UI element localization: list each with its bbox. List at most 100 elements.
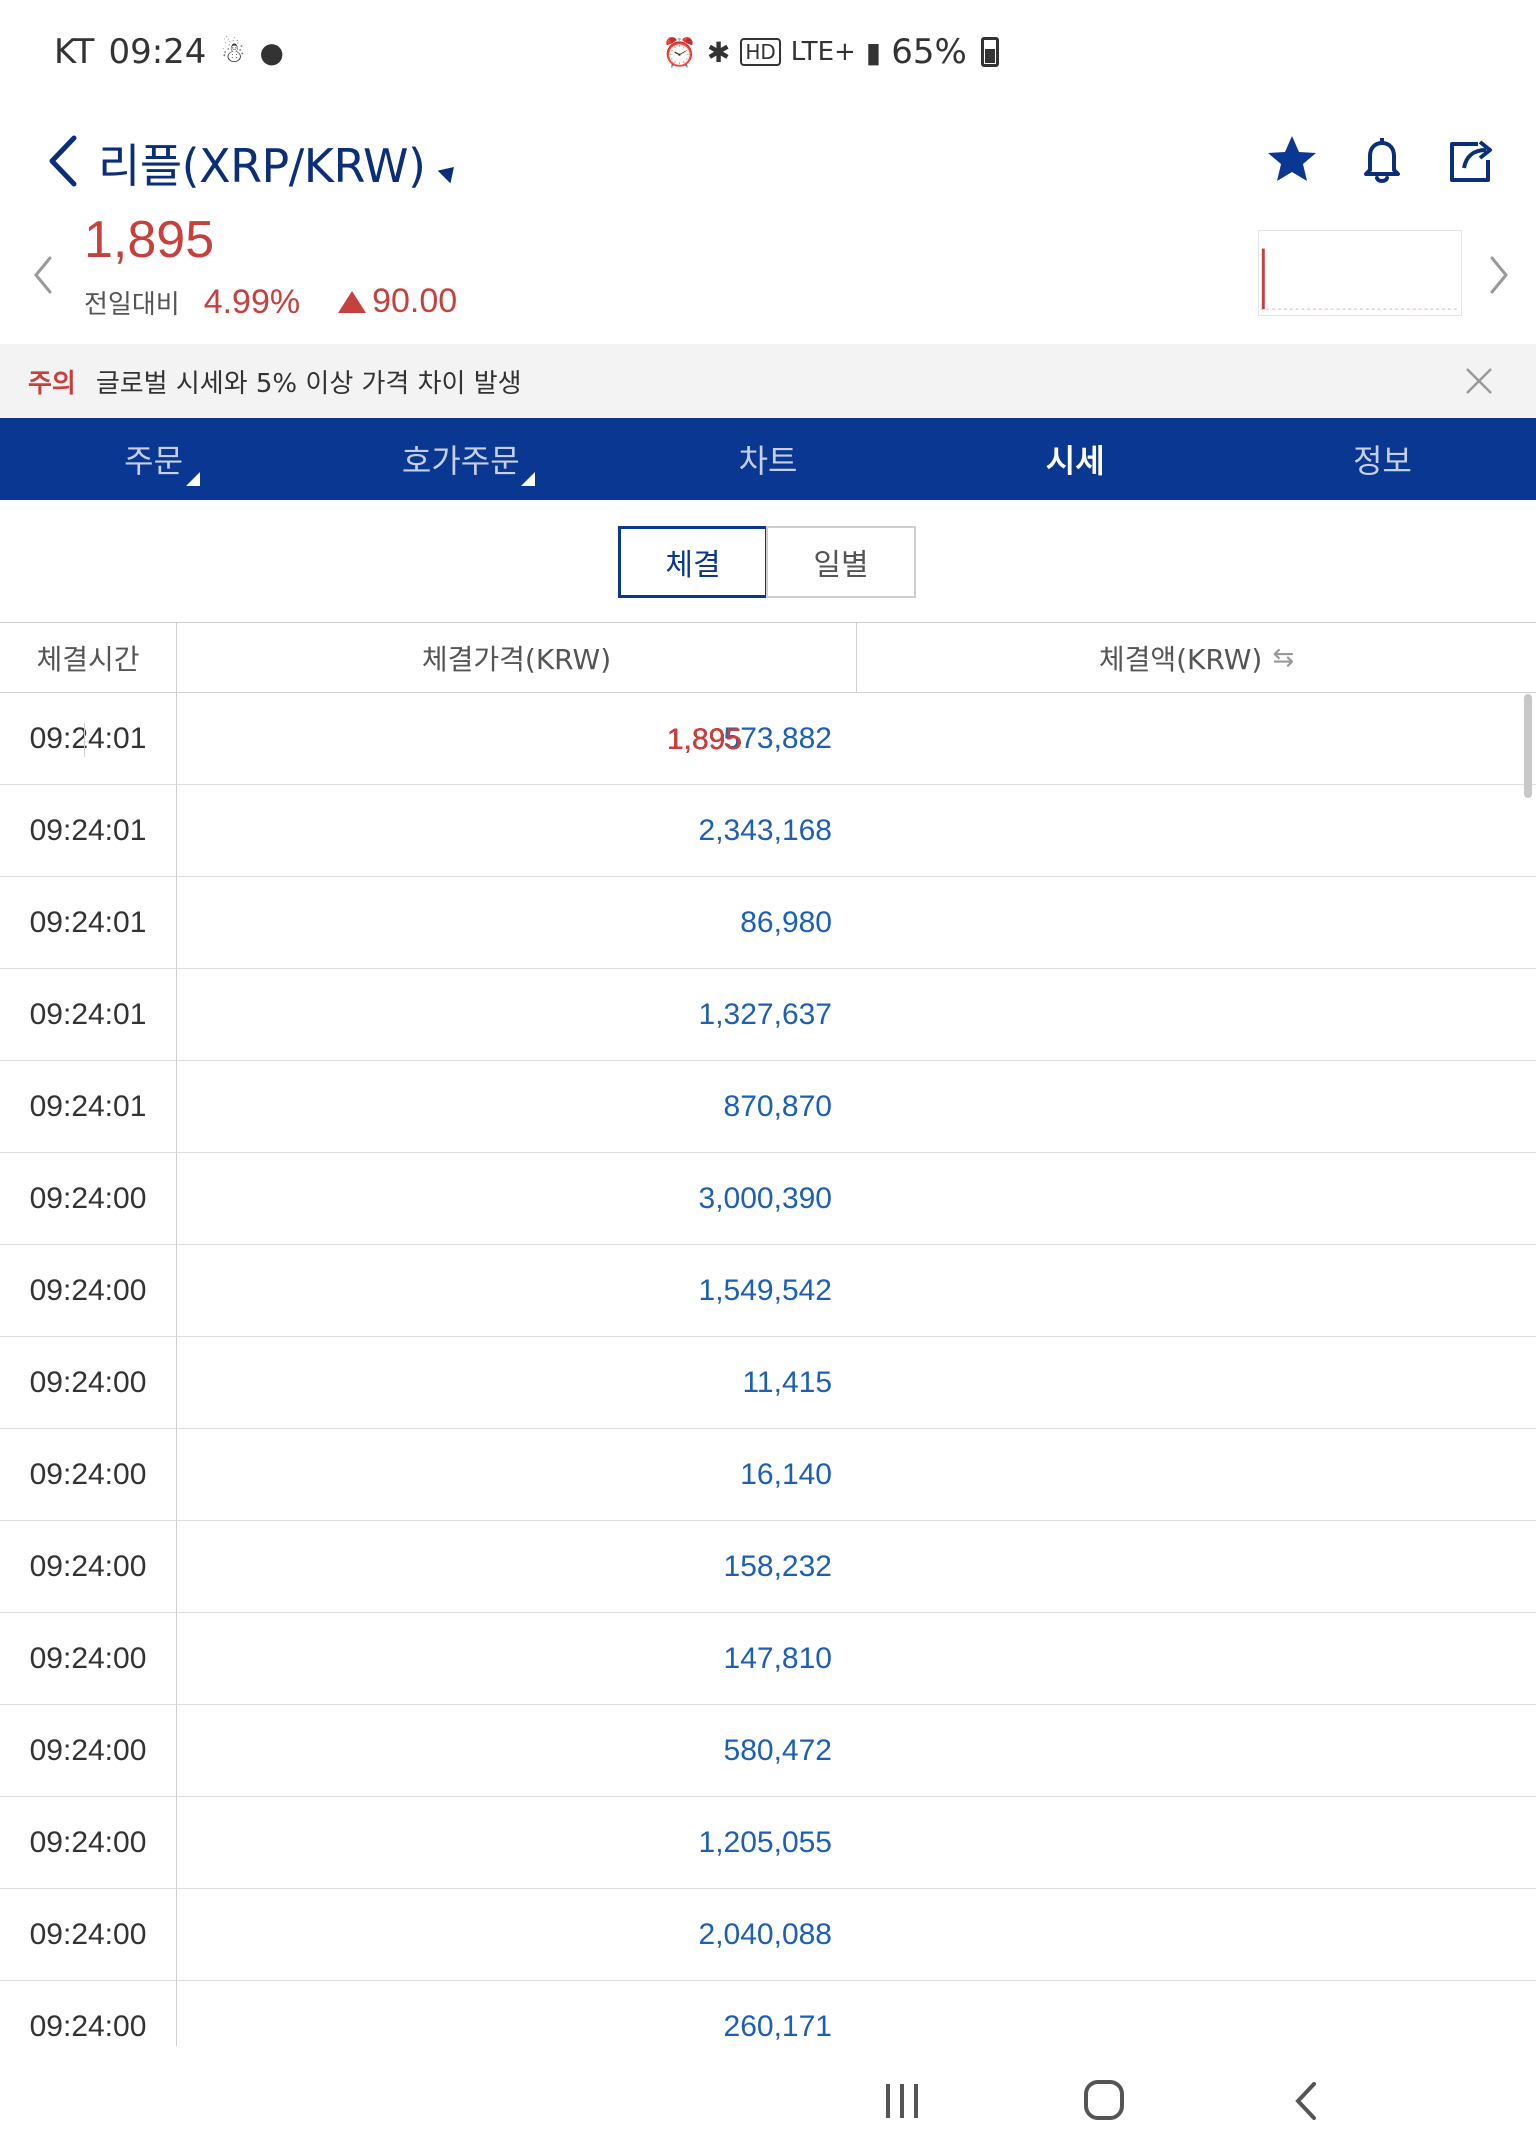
notification-icon: ☃: [220, 35, 246, 69]
table-row: 09:24:00 1,895 11,415: [0, 723, 1536, 1429]
swap-arrows-icon[interactable]: ⇆: [1272, 643, 1294, 673]
table-row: 09:24:00 1,895 2,040,088: [0, 723, 1536, 1981]
segment-daily-button[interactable]: 일별: [766, 526, 916, 598]
tab-market-price[interactable]: 시세: [922, 418, 1229, 500]
share-icon[interactable]: [1442, 130, 1502, 190]
hd-voice-icon: HD: [740, 38, 781, 66]
header-amount[interactable]: 체결액(KRW) ⇆: [856, 623, 1536, 692]
back-arrow-icon[interactable]: [40, 126, 90, 196]
trade-time: 09:24:01: [29, 997, 147, 1031]
table-body[interactable]: 09:24:01 1,895 573,882 09:24:01 1,895 2,343,1…: [0, 693, 1536, 2046]
trade-time: 09:24:00: [29, 1733, 147, 1767]
table-row: 09:24:01 1,895 86,980: [0, 723, 1536, 969]
favorite-star-icon[interactable]: [1262, 130, 1322, 190]
header-price: 체결가격(KRW): [176, 623, 856, 692]
trade-time: 09:24:00: [29, 2009, 147, 2043]
status-bar: KT 09:24 ☃ ● ⏰ ✱ HD LTE+ ▮ 65%: [0, 0, 1536, 110]
status-left: KT 09:24 ☃ ●: [54, 32, 284, 72]
trade-amount: 11,415: [176, 1337, 856, 1428]
carrier-label: KT: [54, 32, 95, 72]
back-nav-icon[interactable]: [1276, 2076, 1336, 2126]
battery-icon: [980, 37, 999, 67]
change-row: 전일대비 4.99% 90.00: [84, 282, 457, 322]
tab-info-label: 정보: [1352, 442, 1412, 480]
table-row: 09:24:00 1,895 158,232: [0, 723, 1536, 1613]
table-row: 09:24:01 1,895 2,343,168: [0, 723, 1536, 877]
battery-percent: 65%: [891, 32, 967, 72]
coin-header: 리플(XRP/KRW) 1,895 전일대비 4.99% 90.00: [0, 110, 1536, 340]
table-row: 09:24:01 1,895 1,327,637: [0, 723, 1536, 1061]
home-icon[interactable]: [1074, 2076, 1134, 2126]
coin-select-arrow-icon: [437, 160, 460, 184]
trade-amount: 1,205,055: [176, 1797, 856, 1888]
trade-time: 09:24:01: [29, 1089, 147, 1123]
table-row: 09:24:00 1,895 147,810: [0, 723, 1536, 1705]
trade-amount: 1,549,542: [176, 1245, 856, 1336]
trade-amount: 1,327,637: [176, 969, 856, 1060]
trade-time: 09:24:00: [29, 1365, 147, 1399]
alarm-icon: ⏰: [662, 35, 697, 69]
trade-amount: 2,343,168: [176, 785, 856, 876]
main-tabs: 주문 호가주문 차트 시세 정보: [0, 418, 1536, 500]
trade-amount: 2,040,088: [176, 1889, 856, 1980]
close-icon[interactable]: [1462, 364, 1496, 398]
table-row: 09:24:00 1,895 1,549,542: [0, 723, 1536, 1337]
app-notification-icon: ●: [259, 35, 284, 69]
trade-amount: 870,870: [176, 1061, 856, 1152]
tab-order[interactable]: 주문: [0, 418, 307, 500]
change-amount-text: 90.00: [372, 282, 458, 320]
bell-icon[interactable]: [1352, 130, 1412, 190]
segment-control: 체결 일별: [618, 526, 916, 598]
tab-info[interactable]: 정보: [1229, 418, 1536, 500]
table-row: 09:24:01 1,895 870,870: [0, 723, 1536, 1153]
tab-order-label: 주문: [124, 442, 184, 480]
next-coin-arrow-icon[interactable]: [1484, 250, 1514, 300]
notice-tag: 주의: [28, 368, 76, 399]
coin-title[interactable]: 리플(XRP/KRW): [98, 130, 460, 196]
change-label: 전일대비: [84, 289, 180, 320]
header-amount-label: 체결액(KRW): [1098, 642, 1263, 676]
tab-orderbook-corner-icon: [521, 472, 536, 486]
trade-amount: 3,000,390: [176, 1153, 856, 1244]
tab-market-price-label: 시세: [1045, 442, 1105, 480]
clock: 09:24: [108, 32, 207, 72]
table-row: 09:24:00 1,895 16,140: [0, 723, 1536, 1521]
trade-amount: 260,171: [176, 1981, 856, 2046]
status-right: ⏰ ✱ HD LTE+ ▮ 65%: [662, 32, 999, 72]
trade-amount: 16,140: [176, 1429, 856, 1520]
table-row: 09:24:00 1,895 1,205,055: [0, 723, 1536, 1889]
trade-time: 09:24:00: [29, 1181, 147, 1215]
mini-price-chart[interactable]: [1258, 230, 1462, 316]
tab-order-corner-icon: [186, 472, 200, 486]
trade-time: 09:24:00: [29, 1457, 147, 1491]
current-price: 1,895: [84, 211, 215, 269]
tab-orderbook[interactable]: 호가주문: [307, 418, 614, 500]
trade-price: 1,895: [84, 723, 764, 757]
recent-apps-icon[interactable]: [872, 2076, 932, 2126]
trade-amount: 86,980: [176, 877, 856, 968]
trade-time: 09:24:00: [29, 1641, 147, 1675]
up-triangle-icon: [338, 290, 367, 313]
signal-icon: ▮: [865, 35, 882, 69]
segment-trades-button[interactable]: 체결: [618, 526, 768, 598]
trade-time: 09:24:01: [29, 813, 147, 847]
table-row: 09:24:00 1,895 580,472: [0, 723, 1536, 1797]
trades-table: 체결시간 체결가격(KRW) 체결액(KRW) ⇆ 09:24:01 1,895 5…: [0, 622, 1536, 2046]
notice-text: 글로벌 시세와 5% 이상 가격 차이 발생: [95, 368, 522, 399]
trade-amount: 147,810: [176, 1613, 856, 1704]
trade-time: 09:24:01: [29, 905, 147, 939]
bluetooth-icon: ✱: [706, 35, 731, 69]
system-nav-bar: [0, 2046, 1536, 2152]
trade-time: 09:24:00: [29, 1825, 147, 1859]
scrollbar[interactable]: [1524, 694, 1532, 798]
change-amount: 90.00: [338, 282, 457, 321]
trade-time: 09:24:00: [29, 1549, 147, 1583]
table-header: 체결시간 체결가격(KRW) 체결액(KRW) ⇆: [0, 623, 1536, 693]
change-percent: 4.99%: [203, 282, 301, 321]
tab-chart[interactable]: 차트: [614, 418, 921, 500]
trade-time: 09:24:00: [29, 1917, 147, 1951]
header-time: 체결시간: [36, 642, 140, 676]
prev-coin-arrow-icon[interactable]: [28, 250, 58, 300]
warning-notice: 주의 글로벌 시세와 5% 이상 가격 차이 발생: [0, 344, 1536, 418]
trade-amount: 158,232: [176, 1521, 856, 1612]
